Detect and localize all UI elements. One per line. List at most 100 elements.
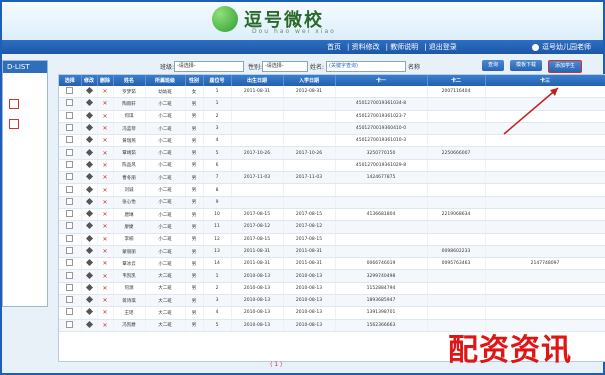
- edit-icon[interactable]: [85, 123, 93, 132]
- delete-icon[interactable]: ✕: [102, 236, 107, 243]
- row-checkbox[interactable]: [66, 136, 74, 144]
- nav-link-home[interactable]: 首页: [327, 43, 341, 51]
- column-header: 所属班级: [145, 75, 186, 86]
- table-row[interactable]: ✕ 覃靖茹 小二班男 5 2017-10-26 2017-10-26 3250770150 2…: [59, 146, 605, 160]
- table-cell: 陶雨轩: [113, 97, 146, 111]
- row-checkbox[interactable]: [66, 185, 74, 193]
- delete-icon[interactable]: ✕: [102, 285, 107, 292]
- table-row[interactable]: ✕ 廖婕 小二班男 11 2017-08-12 2017-08-12: [59, 220, 605, 234]
- edit-icon[interactable]: [85, 259, 93, 267]
- row-checkbox[interactable]: [66, 87, 74, 95]
- delete-icon[interactable]: ✕: [102, 137, 107, 144]
- row-checkbox[interactable]: [66, 259, 74, 267]
- edit-icon[interactable]: [85, 160, 93, 168]
- table-cell: 8: [203, 183, 232, 197]
- table-row[interactable]: ✕ 李楠 小二班男 12 2017-08-15 2017-08-15: [59, 233, 605, 246]
- table-row[interactable]: ✕ 张心怡 小二班男 9: [59, 196, 605, 209]
- row-checkbox[interactable]: [66, 111, 74, 119]
- row-checkbox[interactable]: [66, 197, 74, 205]
- pagination[interactable]: ⟨ 1 ⟩: [270, 361, 310, 369]
- row-checkbox[interactable]: [66, 296, 74, 304]
- left-panel-checkbox[interactable]: [9, 119, 19, 129]
- delete-icon[interactable]: ✕: [102, 88, 107, 95]
- template-download-button[interactable]: 模板下载: [510, 60, 542, 71]
- delete-icon[interactable]: ✕: [102, 322, 107, 329]
- delete-icon[interactable]: ✕: [102, 125, 107, 132]
- nav-link-teacher[interactable]: 教师说明: [390, 43, 418, 51]
- row-checkbox[interactable]: [66, 271, 74, 279]
- delete-icon[interactable]: ✕: [102, 174, 107, 181]
- edit-icon[interactable]: [85, 308, 93, 316]
- search-button[interactable]: 查询: [482, 60, 504, 71]
- user-info: 逗号幼儿园老师: [532, 42, 591, 52]
- delete-icon[interactable]: ✕: [102, 162, 107, 169]
- delete-icon[interactable]: ✕: [102, 199, 107, 206]
- delete-icon[interactable]: ✕: [102, 113, 107, 120]
- edit-icon[interactable]: [85, 296, 93, 304]
- table-cell: 韦凯凯: [113, 269, 146, 283]
- table-row[interactable]: ✕ 刘诚 小二班男 8: [59, 183, 605, 197]
- gender-select[interactable]: -请选择-: [262, 61, 308, 72]
- nav-link-logout[interactable]: 退出登录: [429, 43, 457, 51]
- table-row[interactable]: ✕ 蒙丽丽 小二班男 13 2011-08-31 2011-08-31 0098602233: [59, 245, 605, 259]
- table-row[interactable]: ✕ 唐琳 小二班男 10 2017-08-15 2017-08-15 4136681804 2…: [59, 208, 605, 222]
- table-row[interactable]: ✕ 陈品风 小二班男 6 4501270019361029-8: [59, 159, 605, 173]
- row-checkbox[interactable]: [66, 173, 74, 181]
- row-checkbox[interactable]: [66, 247, 74, 254]
- edit-icon[interactable]: [85, 136, 93, 144]
- table-row[interactable]: ✕ 韦凯凯 大二班男 1 2010-08-13 2010-08-13 3299740498: [59, 269, 605, 283]
- table-cell: [427, 97, 486, 111]
- table-row[interactable]: ✕ 蒋诗琪 大二班男 3 2010-08-13 2010-08-13 1893685947: [59, 294, 605, 308]
- delete-icon[interactable]: ✕: [102, 100, 107, 107]
- row-checkbox[interactable]: [66, 222, 74, 230]
- table-row[interactable]: ✕ 覃冰云 小二班男 14 2011-08-31 2011-08-31 0066746019…: [59, 257, 605, 271]
- delete-icon[interactable]: ✕: [102, 248, 107, 255]
- row-checkbox[interactable]: [66, 320, 74, 328]
- edit-icon[interactable]: [85, 283, 93, 291]
- edit-icon[interactable]: [85, 271, 93, 279]
- delete-icon[interactable]: ✕: [102, 260, 107, 267]
- nav-link-profile[interactable]: 资料修改: [352, 43, 380, 51]
- table-row[interactable]: ✕ 曹冬丽 小二班男 7 2017-11-03 2017-11-03 1424677875: [59, 171, 605, 185]
- class-filter-label: 班级:: [160, 64, 175, 71]
- row-checkbox[interactable]: [66, 160, 74, 168]
- delete-icon[interactable]: ✕: [102, 150, 107, 157]
- table-cell: 0095763463: [427, 257, 486, 271]
- row-checkbox[interactable]: [66, 148, 74, 156]
- table-row[interactable]: ✕ 何源 大二班男 2 2010-08-13 2010-08-13 1152884794: [59, 282, 605, 296]
- edit-icon[interactable]: [85, 320, 93, 328]
- delete-icon[interactable]: ✕: [102, 211, 107, 218]
- delete-icon[interactable]: ✕: [102, 273, 107, 280]
- table-cell: 唐琳: [113, 208, 146, 222]
- edit-icon[interactable]: [85, 222, 93, 230]
- edit-icon[interactable]: [85, 210, 93, 218]
- edit-icon[interactable]: [85, 197, 93, 205]
- class-select[interactable]: -请选择-: [174, 61, 244, 72]
- delete-icon[interactable]: ✕: [102, 297, 107, 304]
- edit-icon[interactable]: [85, 99, 93, 107]
- delete-icon[interactable]: ✕: [102, 223, 107, 230]
- left-panel-checkbox[interactable]: [9, 99, 19, 109]
- table-cell: 小二班: [145, 171, 186, 185]
- table-cell: 2017-11-03: [283, 171, 336, 185]
- row-checkbox[interactable]: [66, 124, 74, 132]
- row-checkbox[interactable]: [66, 99, 74, 107]
- delete-icon[interactable]: ✕: [102, 309, 107, 316]
- edit-icon[interactable]: [85, 87, 93, 95]
- delete-icon[interactable]: ✕: [102, 187, 107, 194]
- table-row[interactable]: ✕ 王瑶 大二班男 4 2010-08-13 2010-08-13 1391398701: [59, 306, 605, 320]
- select-cell: [59, 122, 82, 136]
- edit-icon[interactable]: [85, 111, 93, 119]
- edit-icon[interactable]: [85, 185, 93, 193]
- row-checkbox[interactable]: [66, 234, 74, 242]
- edit-icon[interactable]: [85, 246, 93, 255]
- name-search-input[interactable]: (关键字查询): [326, 61, 406, 72]
- add-student-button[interactable]: 添加学生: [548, 60, 582, 73]
- row-checkbox[interactable]: [66, 308, 74, 316]
- edit-icon[interactable]: [85, 173, 93, 181]
- edit-icon[interactable]: [85, 234, 93, 242]
- edit-icon[interactable]: [85, 148, 93, 156]
- row-checkbox[interactable]: [66, 210, 74, 218]
- table-cell: 男: [185, 282, 204, 296]
- row-checkbox[interactable]: [66, 283, 74, 291]
